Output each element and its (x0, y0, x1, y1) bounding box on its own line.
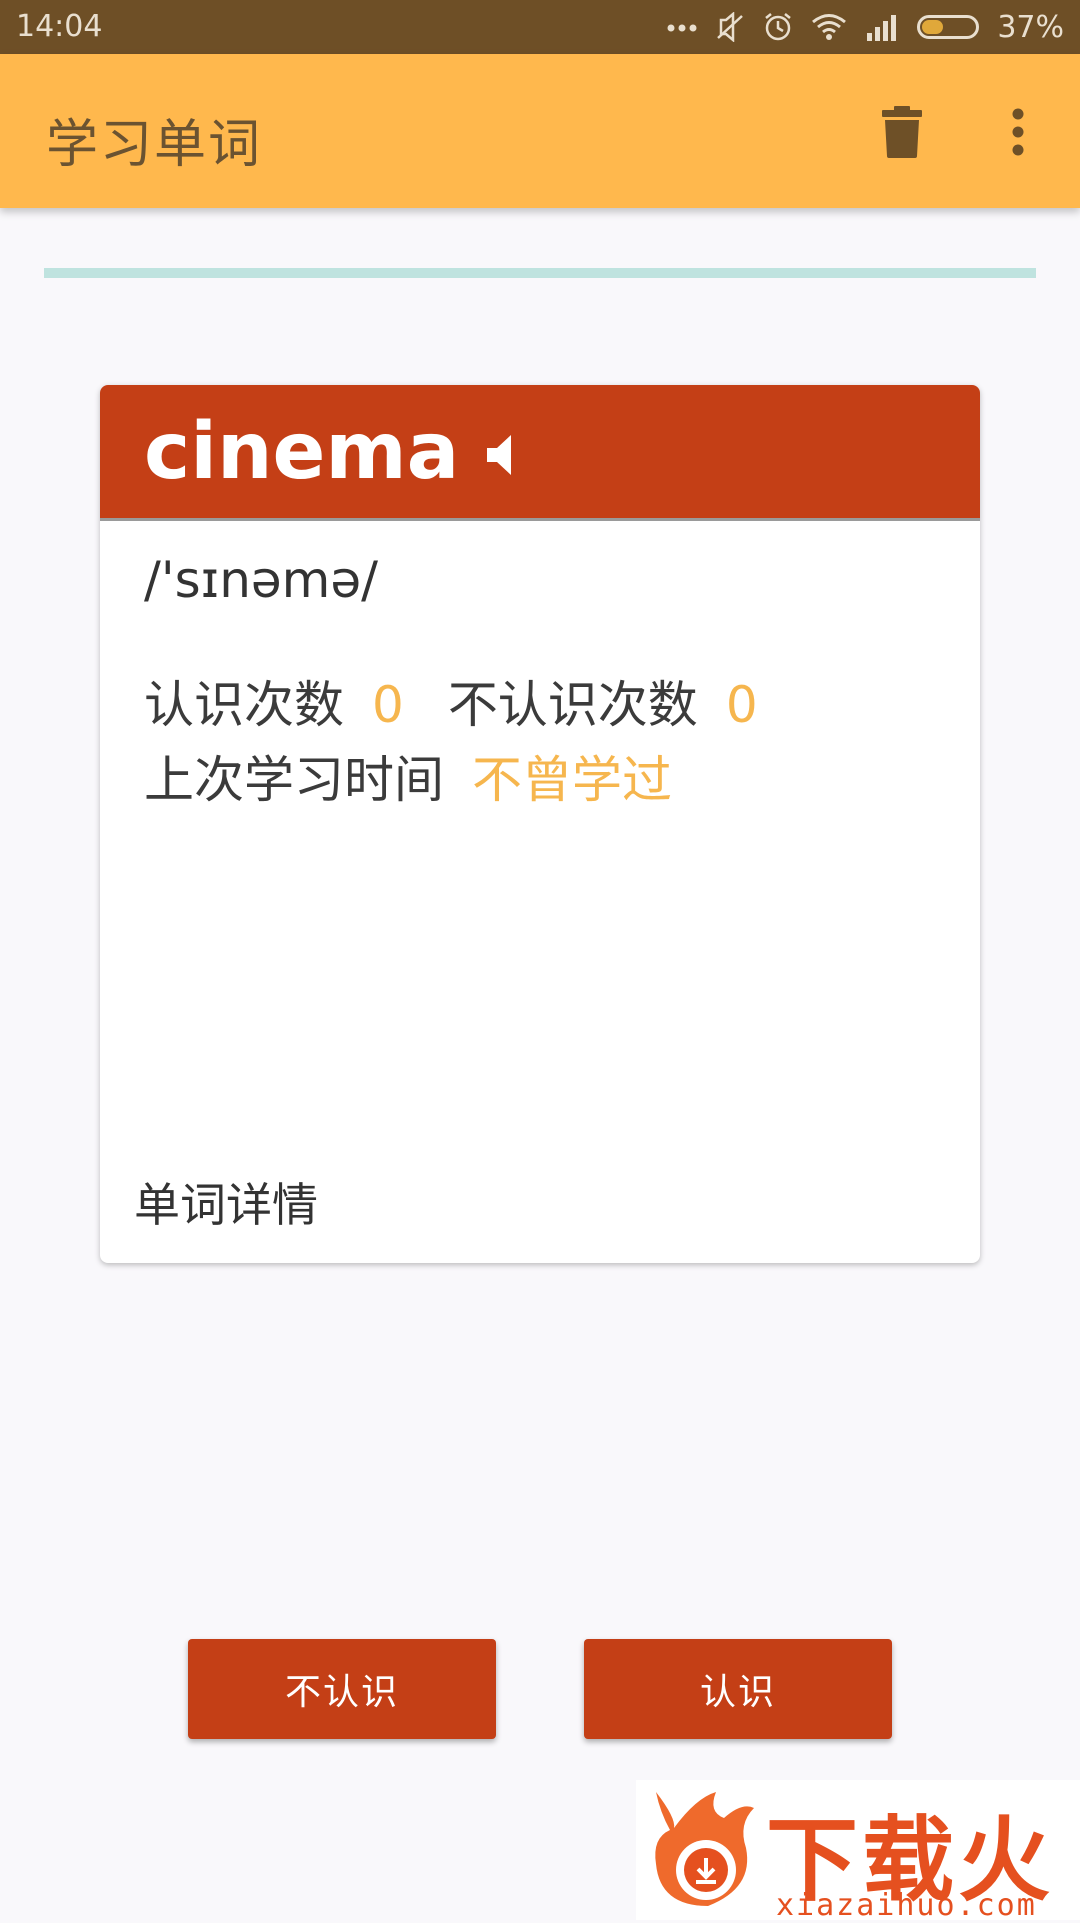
signal-icon (867, 15, 897, 41)
flame-logo-icon (655, 1792, 754, 1906)
known-button[interactable]: 认识 (584, 1639, 892, 1739)
count-row: 认识次数 0 不认识次数 0 (144, 665, 758, 737)
known-count-value: 0 (372, 676, 404, 734)
watermark-domain: xiazaihuo.com (776, 1888, 1037, 1923)
battery-icon (917, 15, 980, 39)
battery-fill (922, 20, 944, 34)
progress-line (44, 268, 1036, 278)
delete-button[interactable] (870, 100, 934, 164)
last-study-label: 上次学习时间 (144, 751, 444, 809)
more-options-button[interactable] (986, 100, 1050, 164)
watermark: 下载火 xiazaihuo.com (636, 1780, 1080, 1923)
unknown-count-label: 不认识次数 (447, 676, 698, 734)
mute-icon (717, 12, 744, 42)
trash-icon (882, 106, 922, 158)
app-bar: 学习单词 (0, 54, 1080, 208)
last-study-row: 上次学习时间 不曾学过 (144, 740, 672, 812)
status-bar: 14:04 37% (0, 0, 1080, 54)
page-title: 学习单词 (46, 115, 263, 175)
status-time: 14:04 (16, 9, 103, 44)
word-detail-link[interactable]: 单词详情 (134, 1169, 318, 1235)
card-header: cinema (100, 385, 980, 521)
alarm-icon (765, 13, 792, 41)
unknown-button[interactable]: 不认识 (188, 1639, 496, 1739)
last-study-value: 不曾学过 (472, 751, 672, 809)
known-count-label: 认识次数 (144, 676, 344, 734)
battery-percent: 37% (997, 9, 1064, 45)
wifi-icon (812, 14, 847, 40)
phonetic-text: /'sɪnəmə/ (144, 551, 378, 609)
pronounce-button[interactable] (470, 425, 530, 485)
word-card: cinema /'sɪnəmə/ 认识次数 0 不认识次数 0 上次学习时间 不曾学过 … (100, 385, 980, 1263)
unknown-count-value: 0 (725, 676, 758, 734)
more-vert-icon (1012, 108, 1024, 156)
status-icons: 37% (667, 7, 1064, 47)
more-dots-icon (667, 24, 697, 32)
speaker-icon (487, 435, 511, 475)
word-text: cinema (144, 407, 460, 497)
